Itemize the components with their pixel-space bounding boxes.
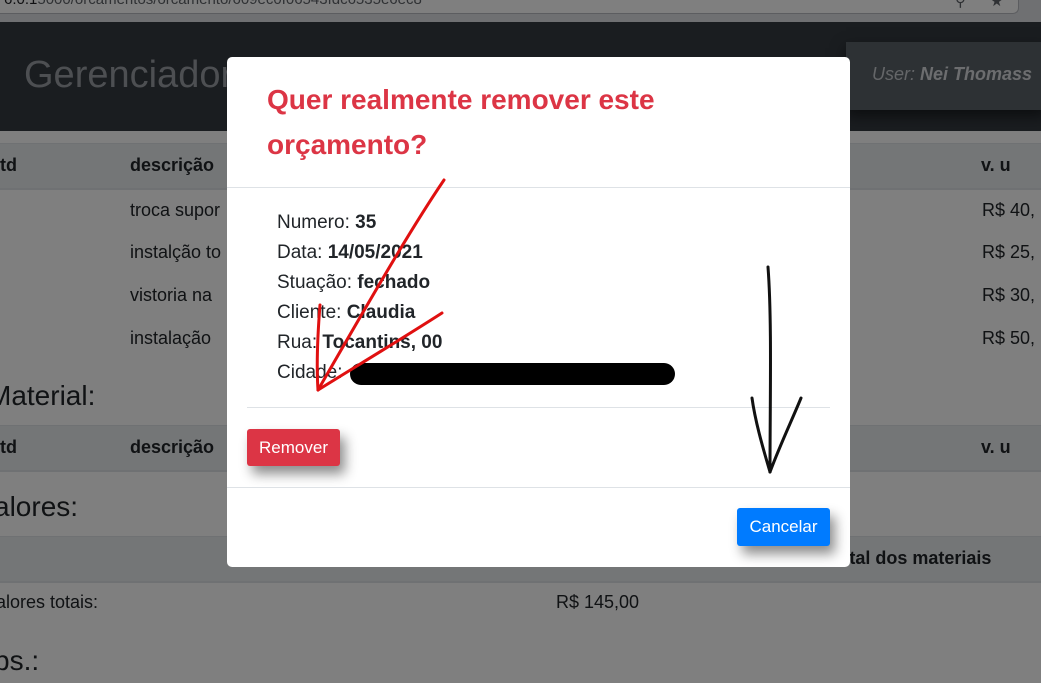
- modal-footer: Cancelar: [227, 487, 850, 568]
- confirm-remove-modal: Quer realmente remover este orçamento? N…: [227, 57, 850, 567]
- field-situacao: Stuação: fechado: [277, 272, 431, 293]
- divider: [247, 407, 830, 408]
- row-description: vistoria na: [130, 285, 213, 305]
- address-bar[interactable]: 6.0.15000/orcamentos/orcamento/609ec0f06…: [0, 0, 1019, 14]
- column-header-vu: v. u: [981, 437, 1011, 457]
- cancel-button[interactable]: Cancelar: [737, 508, 830, 546]
- row-unit-value: R$ 30,: [982, 285, 1036, 305]
- column-header-vu: v. u: [981, 155, 1011, 175]
- field-cliente: Cliente: Claudia: [277, 302, 416, 323]
- row-description: instalação: [130, 328, 212, 348]
- column-header-qtd: td: [0, 155, 17, 175]
- modal-body: Numero: 35 Data: 14/05/2021 Stuação: fec…: [227, 188, 850, 486]
- row-description: instalção to: [130, 242, 222, 262]
- row-unit-value: R$ 40,: [982, 200, 1036, 220]
- valores-totais-label: alores totais:: [0, 592, 99, 612]
- redaction-mark: [350, 363, 675, 385]
- modal-title: Quer realmente remover este orçamento?: [267, 84, 655, 160]
- material-section-title: Material:: [0, 380, 96, 411]
- browser-toolbar: 6.0.15000/orcamentos/orcamento/609ec0f06…: [0, 0, 1041, 22]
- row-description: troca supor: [130, 200, 221, 220]
- column-header-descricao: descrição: [130, 437, 215, 457]
- field-rua: Rua: Tocantins, 00: [277, 332, 443, 353]
- brand-title[interactable]: Gerenciador: [24, 54, 233, 97]
- column-header-descricao: descrição: [130, 155, 215, 175]
- field-cidade: Cidade:: [277, 362, 343, 383]
- url-text: 6.0.15000/orcamentos/orcamento/609ec0f06…: [4, 0, 422, 8]
- field-numero: Numero: 35: [277, 212, 377, 233]
- column-header-qtd: td: [0, 437, 17, 457]
- user-box[interactable]: User: Nei Thomass: [846, 42, 1041, 110]
- remove-button[interactable]: Remover: [247, 429, 340, 466]
- obs-section-title: bs.:: [0, 645, 40, 676]
- row-unit-value: R$ 50,: [982, 328, 1036, 348]
- user-info: User: Nei Thomass: [872, 64, 1033, 84]
- field-data: Data: 14/05/2021: [277, 242, 423, 263]
- row-unit-value: R$ 25,: [982, 242, 1036, 262]
- modal-header: Quer realmente remover este orçamento?: [227, 57, 850, 188]
- bookmark-star-icon[interactable]: ★: [990, 0, 1003, 10]
- key-icon[interactable]: ⚲: [955, 0, 966, 10]
- valores-section-title: alores:: [0, 491, 79, 522]
- valores-totais-value: R$ 145,00: [556, 592, 640, 612]
